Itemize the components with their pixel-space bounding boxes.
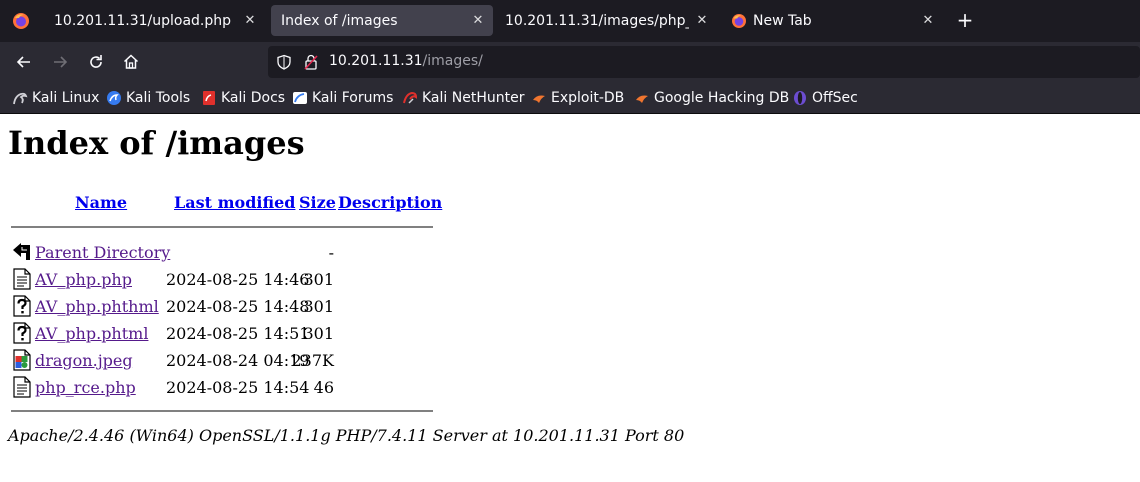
new-tab-button[interactable]: + xyxy=(954,9,976,31)
page-content: Index of /images Name Last modified Size… xyxy=(0,114,1140,482)
file-link[interactable]: AV_php.php xyxy=(35,270,132,289)
file-modified: 2024-08-24 04:19 xyxy=(166,351,310,370)
tab-close-icon[interactable]: ✕ xyxy=(921,13,935,28)
bookmark-kali-linux[interactable]: Kali Linux xyxy=(12,89,99,107)
bookmark-label: Kali NetHunter xyxy=(422,90,525,106)
bookmark-label: OffSec xyxy=(812,90,858,106)
file-size: 301 xyxy=(303,324,334,343)
page-title: Index of /images xyxy=(8,124,305,162)
bookmark-offsec[interactable]: OffSec xyxy=(792,89,858,107)
kali-docs-icon xyxy=(203,91,215,105)
parent-directory-icon xyxy=(13,243,30,260)
file-size: 301 xyxy=(303,270,334,289)
tab-close-icon[interactable]: ✕ xyxy=(695,13,709,28)
image-file-icon xyxy=(13,349,31,371)
tab-new-tab[interactable]: New Tab ✕ xyxy=(721,5,943,36)
file-link[interactable]: dragon.jpeg xyxy=(35,351,133,370)
url-host: 10.201.11.31 xyxy=(329,53,423,69)
tab-close-icon[interactable]: ✕ xyxy=(471,13,485,28)
bookmark-google-hacking-db[interactable]: Google Hacking DB xyxy=(634,89,789,107)
url-path: /images/ xyxy=(422,53,483,69)
file-modified: 2024-08-25 14:46 xyxy=(166,270,310,289)
tracking-shield-icon[interactable] xyxy=(276,54,292,70)
bookmark-label: Kali Tools xyxy=(126,90,191,106)
column-header-last-modified[interactable]: Last modified xyxy=(174,193,295,212)
bookmark-kali-nethunter[interactable]: Kali NetHunter xyxy=(402,89,524,107)
tab-title: Index of /images xyxy=(281,12,398,29)
tab-title: 10.201.11.31/images/php_rce.php xyxy=(505,12,689,29)
kali-dragon-icon xyxy=(13,92,28,105)
nethunter-icon xyxy=(403,91,418,104)
bookmark-label: Google Hacking DB xyxy=(654,90,790,106)
bookmark-label: Kali Forums xyxy=(312,90,394,106)
file-link[interactable]: AV_php.phthml xyxy=(35,297,159,316)
text-file-icon xyxy=(13,376,31,398)
reload-icon[interactable] xyxy=(86,52,106,72)
text-file-icon xyxy=(13,268,31,290)
url-text[interactable]: 10.201.11.31/images/ xyxy=(329,53,483,69)
file-size: 237K xyxy=(291,351,335,370)
firefox-menu-icon[interactable] xyxy=(12,12,30,30)
tab-php-rce[interactable]: 10.201.11.31/images/php_rce.php ✕ xyxy=(495,5,717,36)
url-bar[interactable]: 10.201.11.31/images/ xyxy=(268,46,1140,78)
bookmark-kali-tools[interactable]: Kali Tools xyxy=(106,89,190,107)
unknown-file-icon xyxy=(13,295,31,317)
file-size: - xyxy=(328,243,334,262)
table-row: php_rce.php 2024-08-25 14:54 46 xyxy=(0,376,700,403)
column-header-size[interactable]: Size xyxy=(299,193,336,212)
table-row: AV_php.phthml 2024-08-25 14:48 301 xyxy=(0,295,700,322)
navigation-bar: 10.201.11.31/images/ xyxy=(0,42,1140,83)
file-size: 301 xyxy=(303,297,334,316)
tab-strip: 10.201.11.31/upload.php ✕ Index of /imag… xyxy=(0,0,1140,42)
ghdb-icon xyxy=(636,95,648,103)
bookmark-kali-forums[interactable]: Kali Forums xyxy=(292,89,393,107)
kali-forums-icon xyxy=(293,92,307,104)
column-header-name[interactable]: Name xyxy=(75,193,127,212)
file-modified: 2024-08-25 14:54 xyxy=(166,378,310,397)
footer-divider xyxy=(11,410,433,412)
forward-arrow-icon[interactable] xyxy=(50,52,70,72)
firefox-favicon-icon xyxy=(732,13,746,28)
tab-title: 10.201.11.31/upload.php xyxy=(54,12,232,29)
unknown-file-icon xyxy=(13,322,31,344)
header-divider xyxy=(11,226,433,228)
bookmark-label: Kali Docs xyxy=(221,90,286,106)
kali-tools-icon xyxy=(107,91,121,105)
server-signature: Apache/2.4.46 (Win64) OpenSSL/1.1.1g PHP… xyxy=(8,426,685,445)
tab-close-icon[interactable]: ✕ xyxy=(243,13,257,28)
home-icon[interactable] xyxy=(121,52,141,72)
parent-directory-link[interactable]: Parent Directory xyxy=(35,243,170,262)
tab-index-images[interactable]: Index of /images ✕ xyxy=(271,5,493,36)
table-row: AV_php.php 2024-08-25 14:46 301 xyxy=(0,268,700,295)
tab-title: New Tab xyxy=(753,12,812,29)
file-size: 46 xyxy=(313,378,334,397)
file-modified: 2024-08-25 14:48 xyxy=(166,297,310,316)
table-row: Parent Directory - xyxy=(0,241,700,268)
table-row: dragon.jpeg 2024-08-24 04:19 237K xyxy=(0,349,700,376)
table-row: AV_php.phtml 2024-08-25 14:51 301 xyxy=(0,322,700,349)
file-link[interactable]: AV_php.phtml xyxy=(35,324,148,343)
exploit-db-icon xyxy=(533,95,545,103)
bookmark-label: Kali Linux xyxy=(32,90,100,106)
file-link[interactable]: php_rce.php xyxy=(35,378,136,397)
offsec-icon xyxy=(794,91,806,105)
tab-upload[interactable]: 10.201.11.31/upload.php ✕ xyxy=(44,5,265,36)
column-header-description[interactable]: Description xyxy=(338,193,442,212)
file-modified: 2024-08-25 14:51 xyxy=(166,324,310,343)
back-arrow-icon[interactable] xyxy=(14,52,34,72)
bookmarks-toolbar: Kali Linux Kali Tools Kali Docs Kali For… xyxy=(0,83,1140,114)
insecure-lock-icon[interactable] xyxy=(304,54,318,70)
bookmark-exploit-db[interactable]: Exploit-DB xyxy=(531,89,624,107)
bookmark-label: Exploit-DB xyxy=(551,90,625,106)
bookmark-kali-docs[interactable]: Kali Docs xyxy=(201,89,285,107)
